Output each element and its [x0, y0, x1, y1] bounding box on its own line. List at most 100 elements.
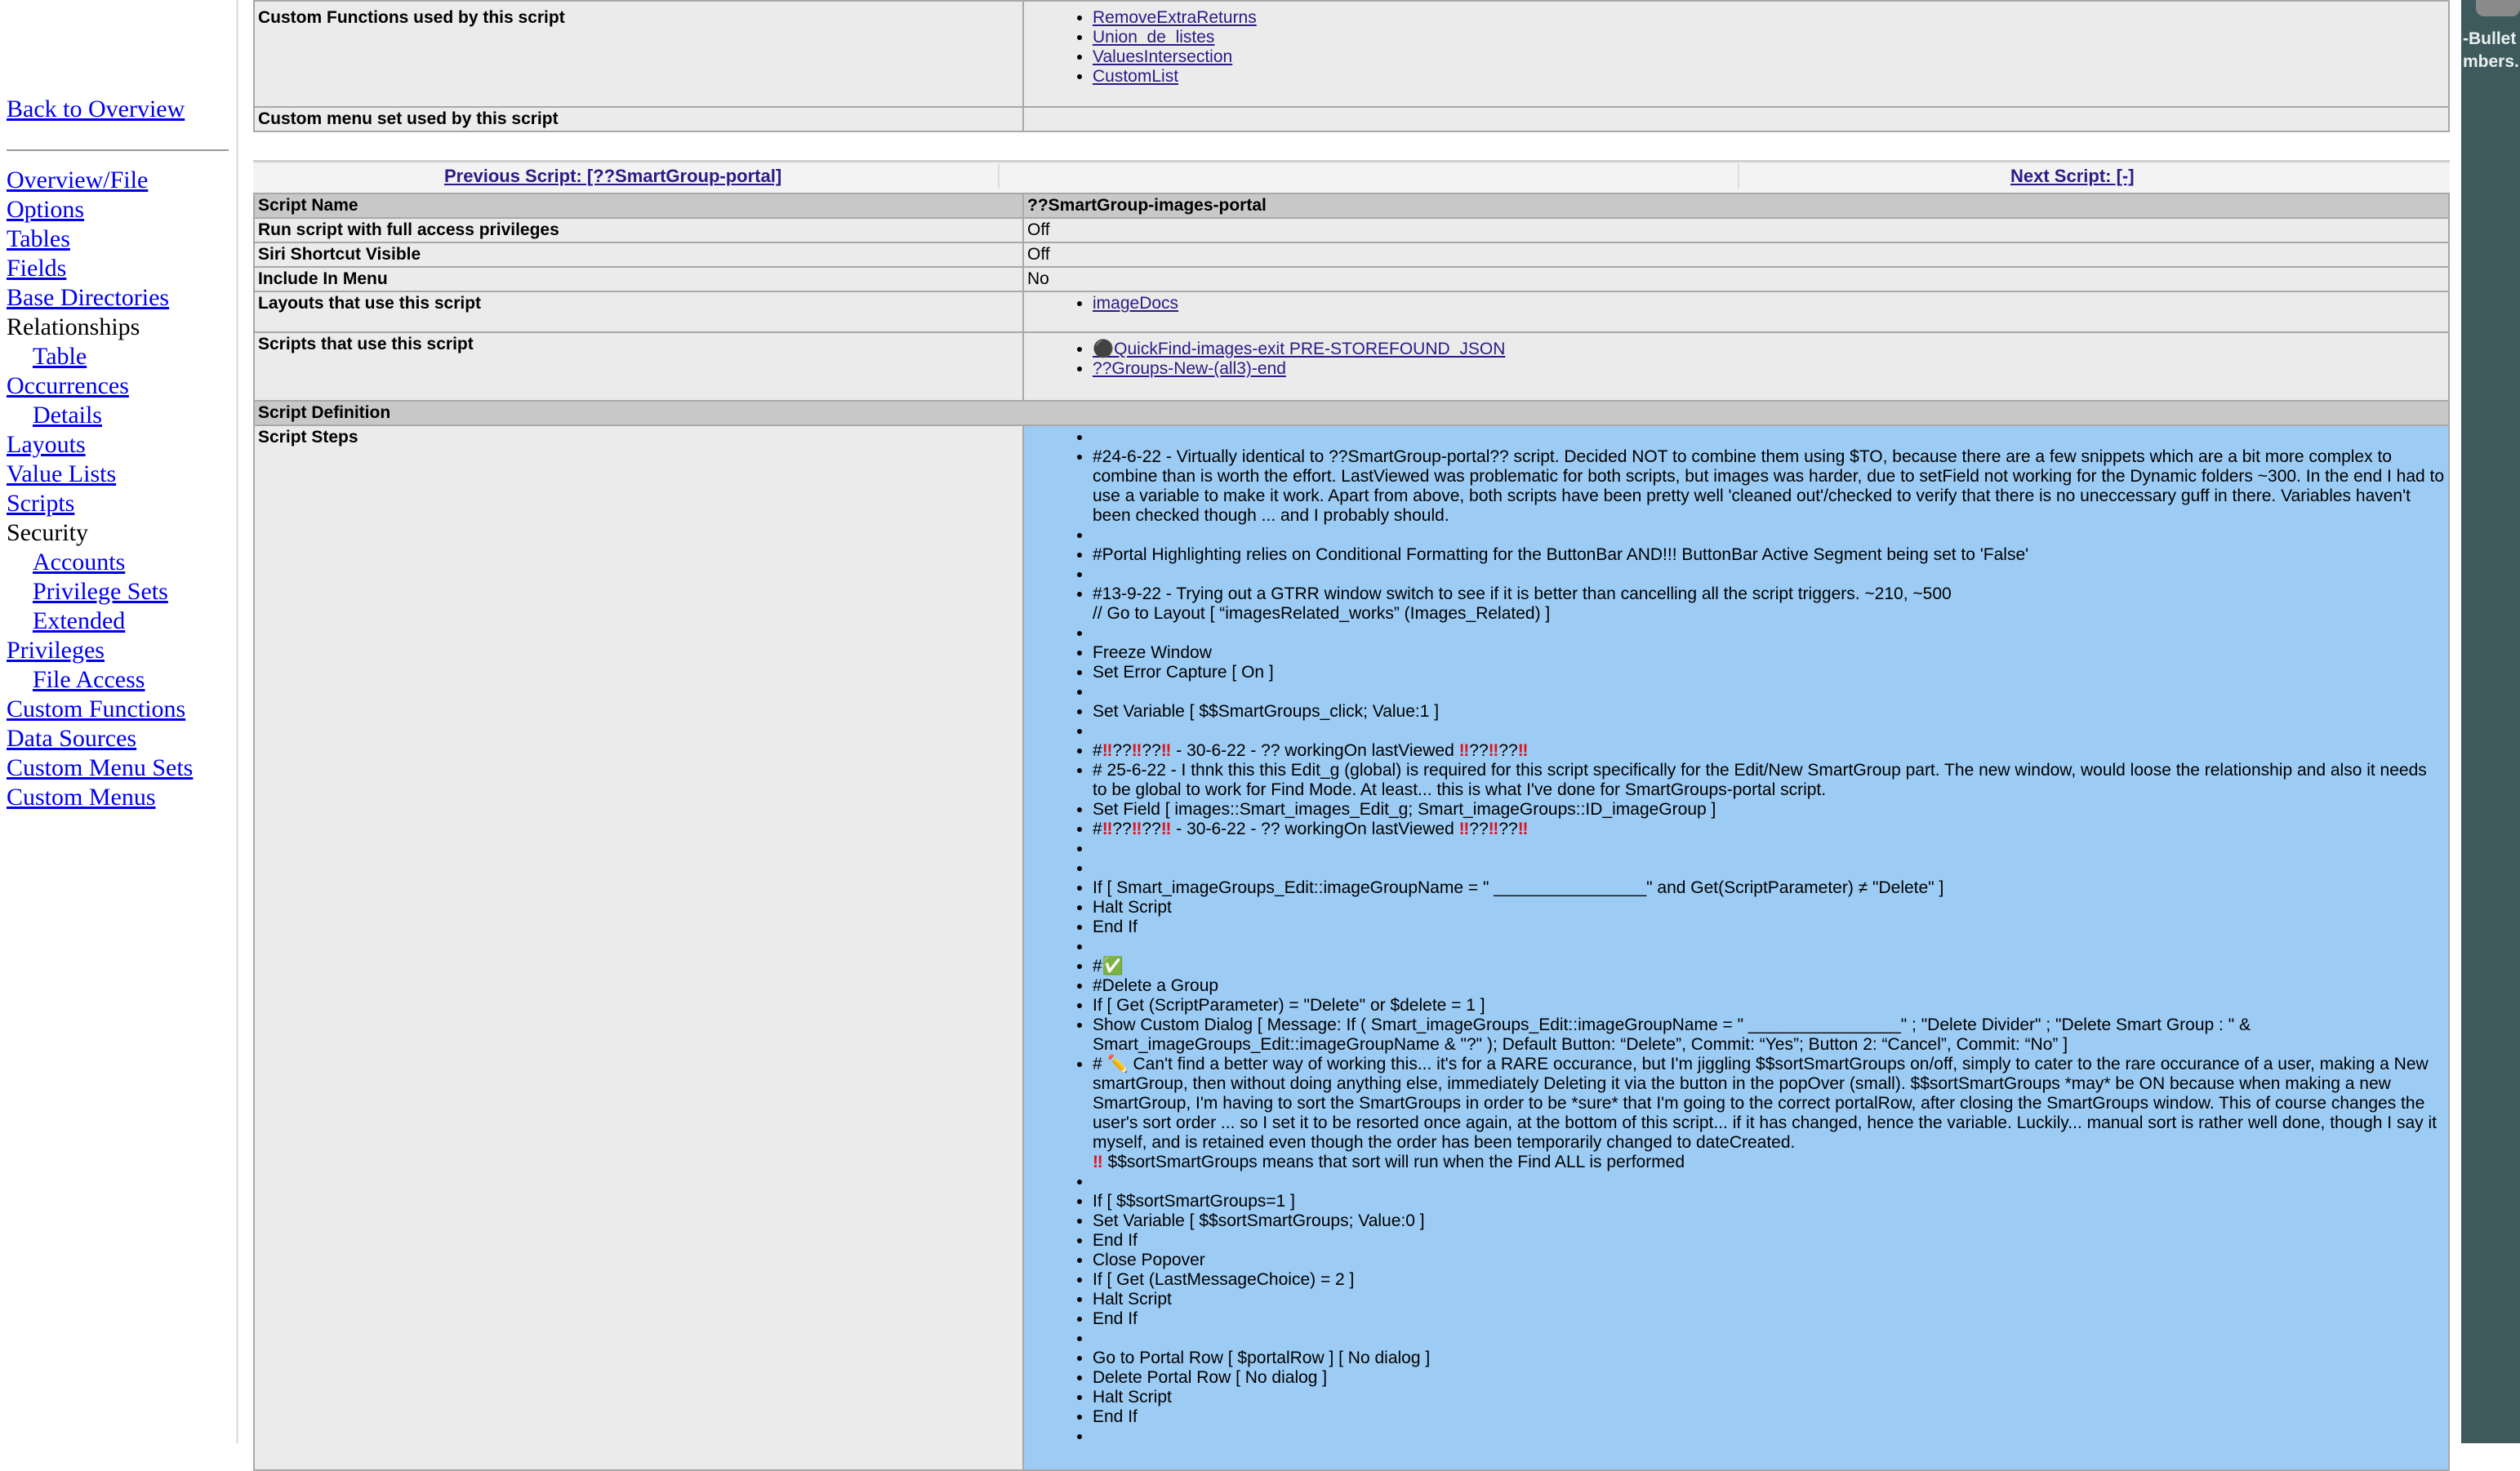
nav-item-fields[interactable]: Fields: [7, 254, 193, 283]
nav-item-tables[interactable]: Tables: [7, 224, 193, 254]
previous-script-link[interactable]: Previous Script: [??SmartGroup-portal]: [444, 166, 781, 187]
nav-item-base-directories[interactable]: Base Directories: [7, 283, 193, 313]
script-step: [1093, 1172, 2445, 1192]
nav-item-overview-file[interactable]: Overview/File: [7, 166, 193, 195]
script-step: If [ Get (ScriptParameter) = "Delete" or…: [1093, 996, 2445, 1015]
list-item: CustomList: [1093, 67, 2445, 87]
script-step: End If: [1093, 1309, 2445, 1329]
script-step: Set Variable [ $$sortSmartGroups; Value:…: [1093, 1211, 2445, 1231]
script-step: [1093, 1329, 2445, 1349]
include-in-menu-label: Include In Menu: [253, 266, 1024, 292]
background-text: mbers.: [2463, 52, 2519, 71]
layout-link[interactable]: imageDocs: [1093, 294, 1178, 313]
list-item: ⚫QuickFind-images-exit PRE-STOREFOUND_JS…: [1093, 340, 2445, 359]
script-step: [1093, 937, 2445, 957]
script-step: [1093, 526, 2445, 545]
script-step: If [ Get (LastMessageChoice) = 2 ]: [1093, 1270, 2445, 1290]
script-step: [1093, 682, 2445, 702]
script-link[interactable]: ⚫QuickFind-images-exit PRE-STOREFOUND_JS…: [1093, 340, 1505, 358]
script-step: Halt Script: [1093, 1388, 2445, 1407]
double-exclamation-icon: ‼: [1093, 1153, 1103, 1171]
script-steps-list: #24-6-22 - Virtually identical to ??Smar…: [1027, 428, 2445, 1447]
nav-item-options[interactable]: Options: [7, 195, 193, 224]
script-step: [1093, 839, 2445, 859]
full-access-value: Off: [1022, 217, 2450, 243]
include-in-menu-value: No: [1022, 266, 2450, 292]
table-row: Siri Shortcut Visible Off: [253, 242, 2450, 268]
script-step: Halt Script: [1093, 1290, 2445, 1309]
double-exclamation-icon: ‼: [1488, 820, 1499, 838]
nav-separator: [1738, 164, 1739, 189]
double-exclamation-icon: ‼: [1517, 820, 1529, 838]
double-exclamation-icon: ‼: [1102, 820, 1113, 838]
list-item: Union_de_listes: [1093, 28, 2445, 47]
double-exclamation-icon: ‼: [1458, 820, 1470, 838]
nav-item-scripts[interactable]: Scripts: [7, 489, 193, 518]
nav-item-accounts[interactable]: Accounts: [7, 548, 193, 577]
nav-divider: [7, 149, 229, 151]
scripts-using-list: ⚫QuickFind-images-exit PRE-STOREFOUND_JS…: [1027, 340, 2445, 379]
custom-function-link[interactable]: CustomList: [1093, 67, 1178, 86]
background-window-edge: -Bullet mbers.: [2461, 0, 2520, 1443]
script-step: Set Error Capture [ On ]: [1093, 663, 2445, 682]
nav-item-custom-functions[interactable]: Custom Functions: [7, 695, 193, 724]
script-step: #Delete a Group: [1093, 976, 2445, 996]
background-text: -Bullet: [2463, 29, 2517, 48]
next-script-link[interactable]: Next Script: [-]: [2010, 166, 2135, 187]
list-item: ValuesIntersection: [1093, 47, 2445, 67]
siri-shortcut-label: Siri Shortcut Visible: [253, 242, 1024, 268]
nav-item-details[interactable]: Details: [7, 401, 193, 430]
script-step: # ✏️ Can't find a better way of working …: [1093, 1055, 2445, 1172]
script-step: Go to Portal Row [ $portalRow ] [ No dia…: [1093, 1349, 2445, 1368]
script-step: End If: [1093, 1231, 2445, 1251]
custom-menu-set-value: [1022, 106, 2450, 132]
table-row: Script Steps #24-6-22 - Virtually identi…: [253, 424, 2450, 1471]
script-step: End If: [1093, 918, 2445, 937]
script-step: #Portal Highlighting relies on Condition…: [1093, 545, 2445, 565]
script-step: Set Field [ images::Smart_images_Edit_g;…: [1093, 800, 2445, 820]
script-step: End If: [1093, 1407, 2445, 1427]
script-step: [1093, 859, 2445, 878]
nav-item-file-access[interactable]: File Access: [7, 665, 193, 695]
script-link[interactable]: ??Groups-New-(all3)-end: [1093, 359, 1286, 378]
nav-item-table[interactable]: Table: [7, 342, 193, 371]
nav-item-value-lists[interactable]: Value Lists: [7, 460, 193, 489]
script-step: Set Variable [ $$SmartGroups_click; Valu…: [1093, 702, 2445, 722]
nav-item-custom-menu-sets[interactable]: Custom Menu Sets: [7, 753, 193, 783]
double-exclamation-icon: ‼: [1458, 741, 1470, 760]
table-row: Custom Functions used by this script Rem…: [253, 0, 2450, 108]
left-navigation: Back to Overview Overview/File Options Tab…: [0, 0, 238, 1443]
custom-function-link[interactable]: ValuesIntersection: [1093, 47, 1232, 66]
full-access-label: Run script with full access privileges: [253, 217, 1024, 243]
table-row: Script Definition: [253, 400, 2450, 426]
custom-function-link[interactable]: Union_de_listes: [1093, 28, 1214, 47]
script-step: #‼??‼??‼ - 30-6-22 - ?? workingOn lastVi…: [1093, 820, 2445, 839]
layouts-label: Layouts that use this script: [253, 291, 1024, 333]
nav-item-relationships: Relationships: [7, 313, 140, 340]
nav-separator: [998, 164, 1000, 189]
nav-item-occurrences[interactable]: Occurrences: [7, 371, 193, 401]
double-exclamation-icon: ‼: [1160, 820, 1172, 838]
script-step: [1093, 722, 2445, 741]
nav-item-layouts[interactable]: Layouts: [7, 430, 193, 460]
custom-menu-set-label: Custom menu set used by this script: [253, 106, 1024, 132]
siri-shortcut-value: Off: [1022, 242, 2450, 268]
layouts-list: imageDocs: [1027, 294, 2445, 313]
double-exclamation-icon: ‼: [1102, 741, 1113, 760]
script-step: # 25-6-22 - I thnk this this Edit_g (glo…: [1093, 761, 2445, 800]
table-row: Scripts that use this script ⚫QuickFind-…: [253, 331, 2450, 402]
nav-item-custom-menus[interactable]: Custom Menus: [7, 783, 193, 812]
previous-script-table: Custom Functions used by this script Rem…: [253, 0, 2450, 132]
nav-item-security: Security: [7, 519, 88, 546]
script-detail-table: Script Name ??SmartGroup-images-portal R…: [253, 193, 2450, 1471]
script-step: Halt Script: [1093, 898, 2445, 918]
double-exclamation-icon: ‼: [1488, 741, 1499, 760]
nav-item-privileges[interactable]: Privileges: [7, 636, 193, 665]
app-icon: [2476, 0, 2520, 16]
back-to-overview-link[interactable]: Back to Overview: [7, 95, 185, 124]
script-step: If [ $$sortSmartGroups=1 ]: [1093, 1192, 2445, 1211]
nav-item-data-sources[interactable]: Data Sources: [7, 724, 193, 753]
custom-function-link[interactable]: RemoveExtraReturns: [1093, 8, 1257, 27]
nav-item-privilege-sets[interactable]: Privilege Sets: [7, 577, 193, 607]
nav-item-extended[interactable]: Extended: [7, 607, 193, 636]
